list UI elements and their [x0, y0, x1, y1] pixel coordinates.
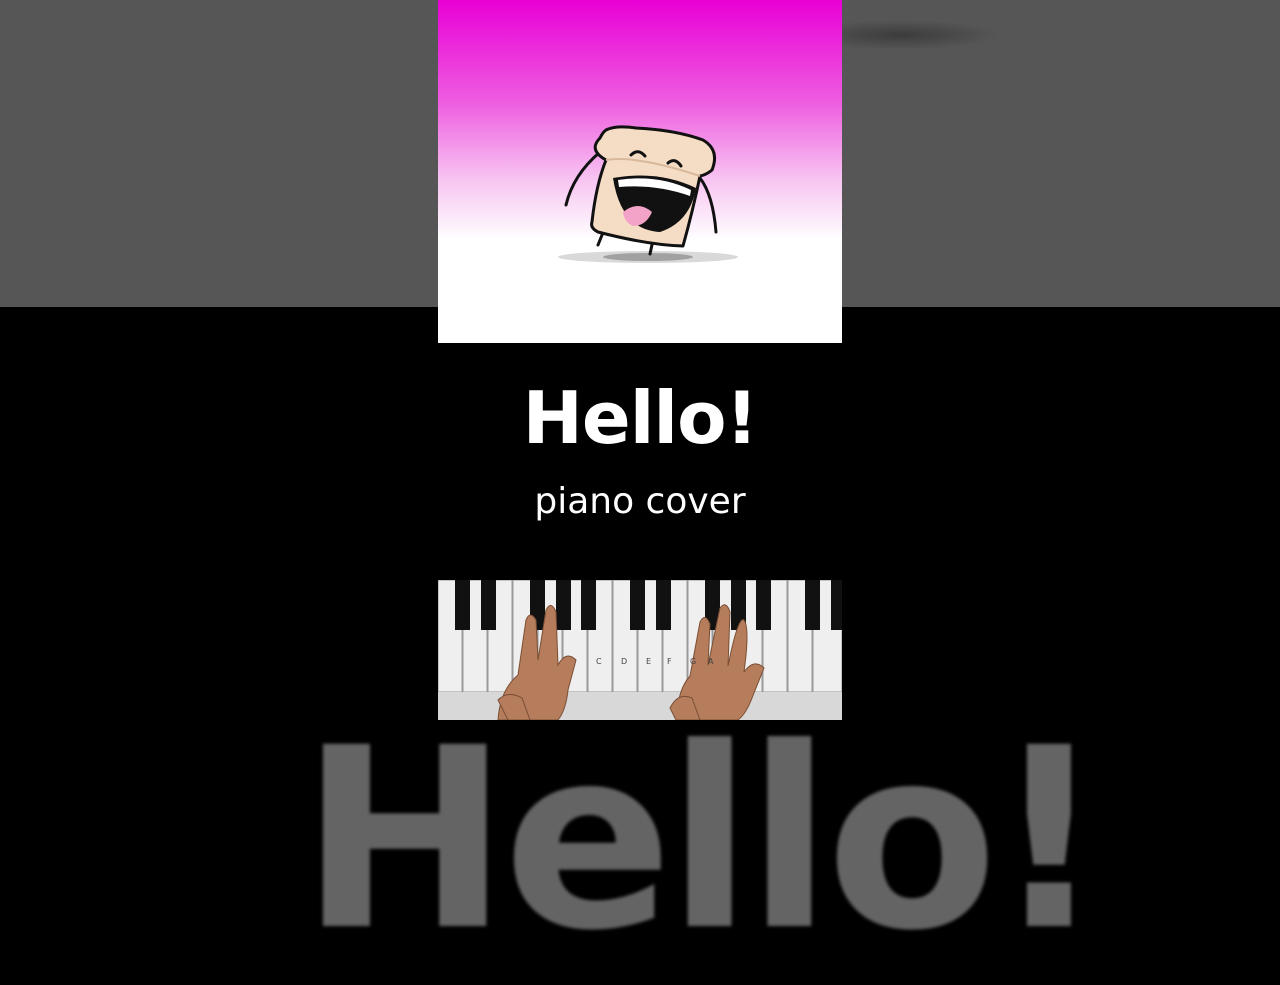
piano-keys-icon: C D E F G A	[438, 580, 842, 720]
toast-character-icon	[558, 125, 738, 263]
key-label: A	[708, 657, 714, 666]
key-label: F	[667, 657, 672, 666]
video-subtitle: piano cover	[534, 481, 746, 522]
key-label: C	[596, 657, 602, 666]
key-label: E	[646, 657, 651, 666]
backdrop-title-text: Hello!	[300, 694, 1106, 985]
cartoon-artwork	[438, 0, 842, 343]
piano-keyboard: C D E F G A	[438, 580, 842, 720]
key-label: G	[690, 657, 696, 666]
key-label: D	[621, 657, 627, 666]
video-frame[interactable]: Hello! piano cover C D E F G A	[438, 0, 842, 720]
video-title: Hello!	[522, 376, 759, 460]
